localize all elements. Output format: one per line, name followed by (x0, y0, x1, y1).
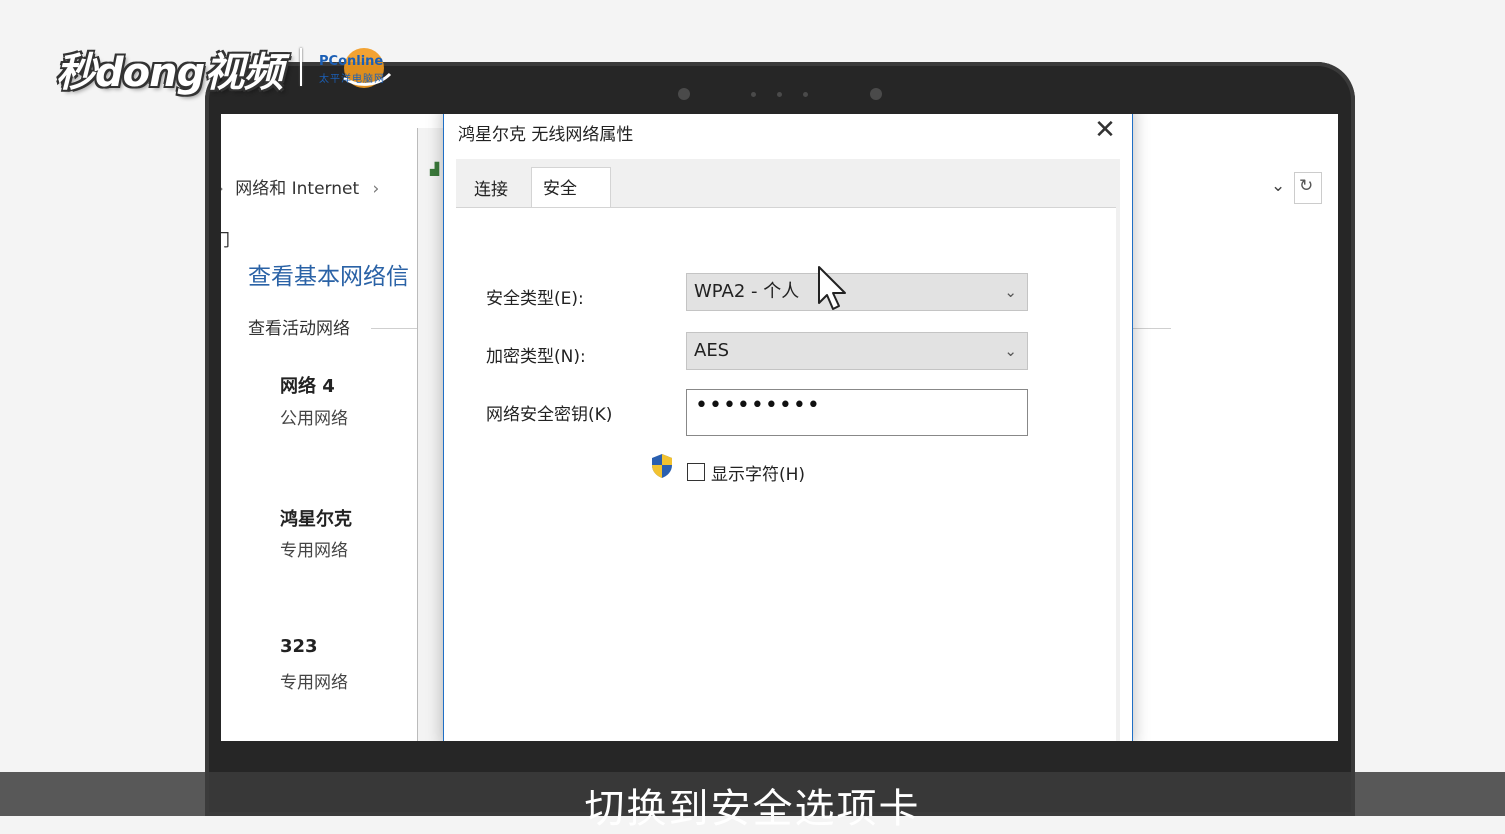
video-subtitle: 切换到安全选项卡 (584, 786, 921, 832)
network-name: 鸿星尔克 (280, 509, 352, 530)
tab-connection[interactable]: 连接 (458, 173, 524, 207)
security-type-value: WPA2 - 个人 (694, 281, 800, 302)
uac-shield-icon (652, 454, 672, 478)
security-type-label: 安全类型(E): (486, 289, 584, 309)
page-title: 查看基本网络信 (248, 264, 409, 290)
refresh-icon: ↻ (1299, 176, 1314, 196)
laptop-screen: › 网络和 Internet › 门 查看基本网络信 查看活动网络 网络 4 公… (221, 114, 1338, 741)
close-button[interactable]: ✕ (1088, 114, 1122, 147)
chevron-down-icon[interactable]: ⌄ (1271, 176, 1285, 196)
chevron-down-icon: ⌄ (1004, 342, 1017, 360)
active-networks-heading: 查看活动网络 (248, 319, 350, 339)
logo-divider (300, 48, 302, 86)
show-characters-checkbox[interactable] (687, 463, 705, 481)
camera-dot (751, 92, 756, 97)
background-window-edge: ▟ (417, 128, 445, 741)
dialog-title: 鸿星尔克 无线网络属性 (458, 125, 634, 145)
pconline-logo-text: PConline (319, 54, 384, 69)
network-name: 323 (280, 636, 318, 657)
partial-glyph: 门 (221, 231, 230, 251)
encryption-type-label: 加密类型(N): (486, 347, 586, 367)
security-type-select[interactable]: WPA2 - 个人 ⌄ (686, 273, 1028, 311)
breadcrumb-sep: › (372, 179, 380, 199)
camera-dot (777, 92, 782, 97)
pconline-logo-subtext: 太平洋电脑网 (319, 74, 385, 85)
chevron-down-icon: ⌄ (1004, 283, 1017, 301)
breadcrumb-sep: › (221, 179, 224, 199)
encryption-type-select[interactable]: AES ⌄ (686, 332, 1028, 370)
network-key-label: 网络安全密钥(K) (486, 405, 613, 425)
camera-dot (870, 88, 882, 100)
breadcrumb-item-network[interactable]: 网络和 Internet (235, 179, 359, 199)
network-type: 公用网络 (280, 409, 348, 429)
pconline-logo-icon (343, 48, 392, 88)
network-type: 专用网络 (280, 673, 348, 693)
network-name: 网络 4 (280, 376, 335, 397)
network-key-input[interactable]: ••••••••• (686, 389, 1028, 436)
encryption-type-value: AES (694, 340, 730, 361)
camera-dot (678, 88, 690, 100)
mouse-cursor-icon (818, 266, 846, 310)
refresh-button[interactable]: ↻ (1294, 172, 1322, 204)
network-icon: ▟ (430, 162, 440, 176)
tab-security[interactable]: 安全 (531, 167, 611, 207)
breadcrumb: › 网络和 Internet › (221, 174, 421, 199)
security-panel: 安全类型(E): WPA2 - 个人 ⌄ 加密类型(N): AES ⌄ 网络安全… (456, 207, 1116, 741)
network-type: 专用网络 (280, 541, 348, 561)
dialog-body: 连接 安全 安全类型(E): WPA2 - 个人 ⌄ 加密类型(N): AES … (456, 159, 1120, 741)
camera-dot (803, 92, 808, 97)
video-logo: 秒dong视频 (56, 50, 283, 96)
show-characters-label[interactable]: 显示字符(H) (711, 460, 805, 485)
wireless-properties-dialog: 鸿星尔克 无线网络属性 ✕ 连接 安全 安全类型(E): WPA2 - 个人 ⌄… (443, 114, 1133, 741)
